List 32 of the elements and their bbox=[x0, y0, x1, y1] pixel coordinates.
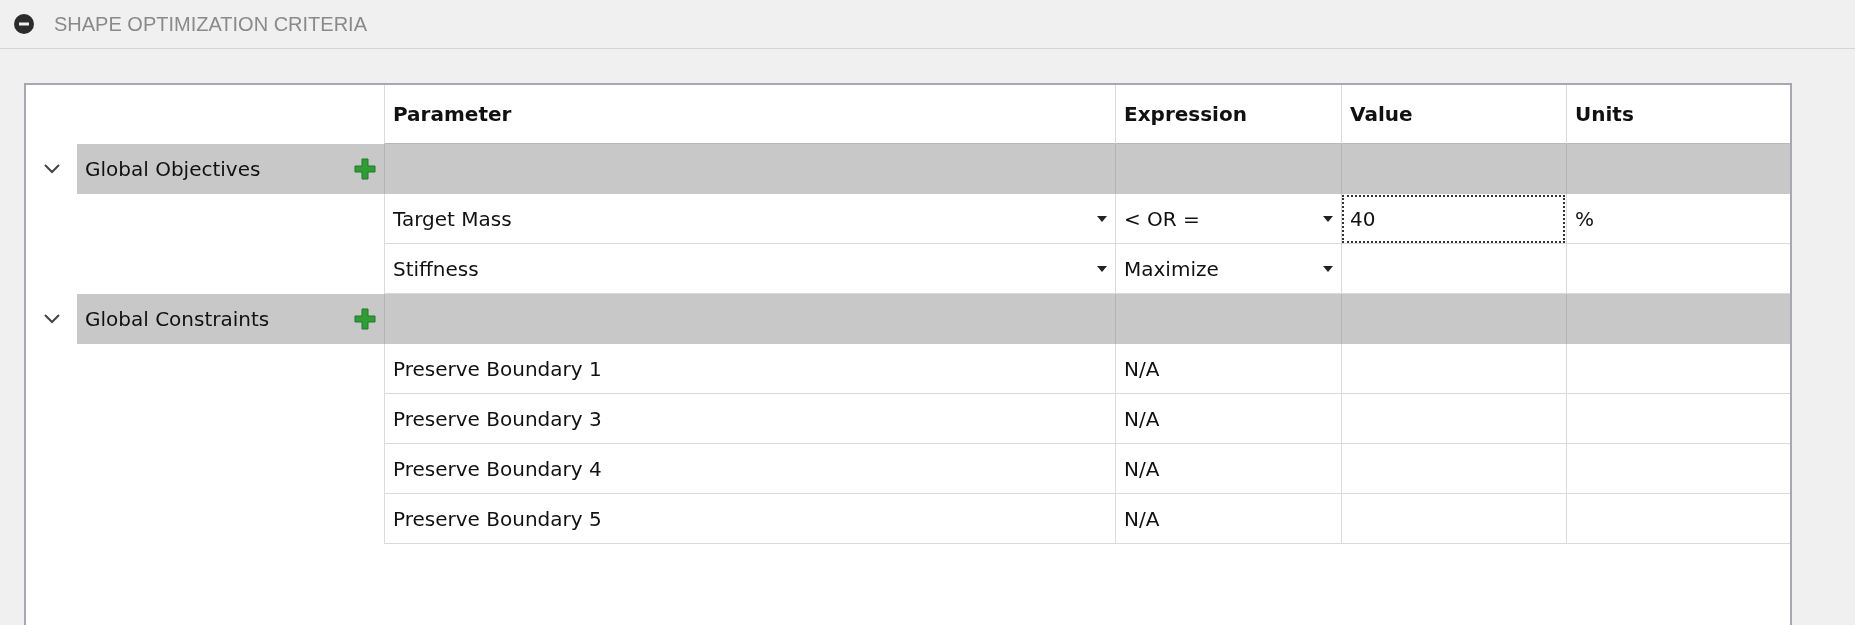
add-icon[interactable] bbox=[354, 158, 376, 180]
caret-icon bbox=[1097, 215, 1107, 222]
column-header[interactable]: Parameter bbox=[393, 102, 512, 126]
value-field[interactable]: 40 bbox=[1341, 194, 1566, 244]
parameter-text: Preserve Boundary 4 bbox=[393, 456, 602, 481]
value-field[interactable] bbox=[1341, 394, 1566, 444]
collapse-icon[interactable] bbox=[14, 14, 34, 34]
parameter-text: Preserve Boundary 1 bbox=[393, 356, 602, 381]
caret-icon bbox=[1323, 215, 1333, 222]
parameter-text: Preserve Boundary 3 bbox=[393, 406, 602, 431]
expression-dropdown[interactable]: < OR = bbox=[1115, 194, 1341, 244]
expression-text: N/A bbox=[1124, 456, 1160, 481]
chevron-icon[interactable] bbox=[43, 314, 60, 324]
expression-text: N/A bbox=[1124, 356, 1160, 381]
caret-icon bbox=[1323, 265, 1333, 272]
column-header[interactable]: Units bbox=[1575, 102, 1634, 126]
column-header[interactable]: Value bbox=[1350, 102, 1413, 126]
value-field[interactable] bbox=[1341, 444, 1566, 494]
parameter-text: Preserve Boundary 5 bbox=[393, 506, 602, 531]
parameter-dropdown[interactable]: Target Mass bbox=[384, 194, 1115, 244]
group-label: Global Constraints bbox=[85, 307, 270, 331]
value-field[interactable] bbox=[1341, 494, 1566, 544]
expression-text: N/A bbox=[1124, 506, 1160, 531]
caret-icon bbox=[1097, 265, 1107, 272]
section-title: SHAPE OPTIMIZATION CRITERIA bbox=[54, 12, 367, 36]
units-text: % bbox=[1575, 206, 1594, 231]
column-header[interactable]: Expression bbox=[1124, 102, 1247, 126]
value-field[interactable] bbox=[1341, 344, 1566, 394]
chevron-icon[interactable] bbox=[43, 164, 60, 174]
add-icon[interactable] bbox=[354, 308, 376, 330]
expression-text: N/A bbox=[1124, 406, 1160, 431]
group-label: Global Objectives bbox=[85, 157, 261, 181]
